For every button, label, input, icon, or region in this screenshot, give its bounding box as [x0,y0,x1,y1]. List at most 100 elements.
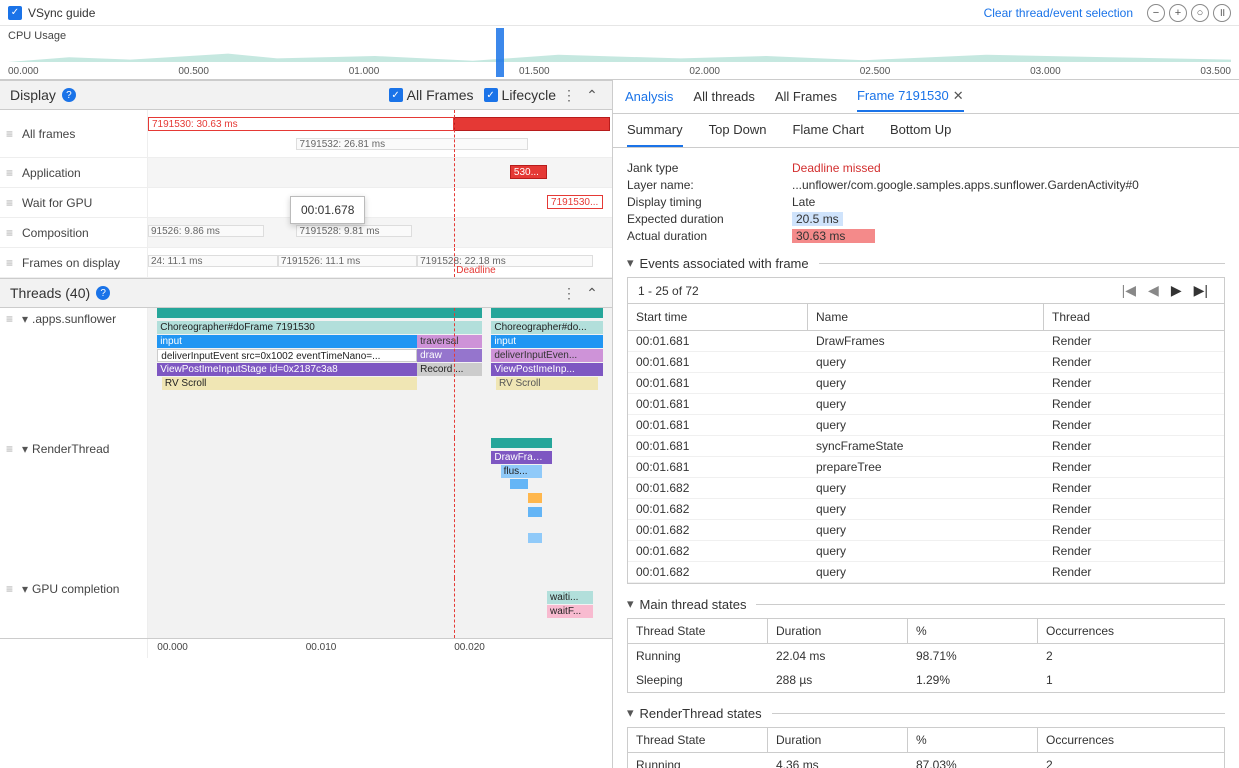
frame-bar-next[interactable]: 7191532: 26.81 ms [296,138,528,150]
mainstates-row[interactable]: Sleeping288 µs1.29%1 [628,668,1224,692]
tab-allthreads[interactable]: All threads [693,83,754,110]
waitgpu-frame-bar[interactable]: 7191530... [547,195,603,209]
composition-bar-b[interactable]: 7191528: 9.81 ms [296,225,412,237]
events-row[interactable]: 00:01.682queryRender [628,520,1224,541]
drag-handle-icon[interactable]: ≡ [6,582,14,596]
trace-seg[interactable]: DrawFram... [491,451,551,464]
tab-allframes[interactable]: All Frames [775,83,837,110]
drag-handle-icon[interactable]: ≡ [6,196,14,210]
zoom-out-icon[interactable]: − [1147,4,1165,22]
drag-handle-icon[interactable]: ≡ [6,312,14,326]
drag-handle-icon[interactable]: ≡ [6,226,14,240]
composition-bar-a[interactable]: 91526: 9.86 ms [148,225,264,237]
display-collapse-icon[interactable]: ⌃ [582,87,602,104]
expand-icon[interactable]: ▾ [22,312,28,326]
lifecycle-checkbox[interactable]: ✓ [484,88,498,102]
renderstates-col-duration[interactable]: Duration [768,728,908,752]
expand-icon[interactable]: ▾ [22,582,28,596]
events-col-thread[interactable]: Thread [1044,304,1224,330]
trace-seg[interactable]: deliverInputEvent src=0x1002 eventTimeNa… [157,349,417,362]
framesdisp-bar-b[interactable]: 7191526: 11.1 ms [278,255,417,267]
events-row[interactable]: 00:01.682queryRender [628,499,1224,520]
events-row[interactable]: 00:01.681queryRender [628,394,1224,415]
events-row[interactable]: 00:01.681queryRender [628,352,1224,373]
pager-next-icon[interactable]: ▶ [1165,282,1188,299]
close-icon[interactable]: ✕ [953,88,964,103]
subtab-flame[interactable]: Flame Chart [792,114,864,147]
trace-seg[interactable]: Record ... [417,363,482,376]
allframes-checkbox[interactable]: ✓ [389,88,403,102]
events-row[interactable]: 00:01.681prepareTreeRender [628,457,1224,478]
expand-icon[interactable]: ▾ [22,442,28,456]
trace-seg[interactable]: ViewPostImeInputStage id=0x2187c3a8 [157,363,417,376]
frame-bar-selected[interactable]: 7191530: 30.63 ms [148,117,454,131]
trace-seg[interactable] [528,507,542,517]
thread-running-seg[interactable] [491,438,551,448]
drag-handle-icon[interactable]: ≡ [6,256,14,270]
subtab-topdown[interactable]: Top Down [709,114,767,147]
pause-icon[interactable]: ॥ [1213,4,1231,22]
trace-seg[interactable]: draw [417,349,482,362]
subtab-summary[interactable]: Summary [627,114,683,147]
events-row[interactable]: 00:01.682queryRender [628,541,1224,562]
pager-prev-icon[interactable]: ◀ [1142,282,1165,299]
tab-analysis[interactable]: Analysis [625,83,673,110]
events-row[interactable]: 00:01.682queryRender [628,478,1224,499]
renderstates-col-state[interactable]: Thread State [628,728,768,752]
threads-collapse-icon[interactable]: ⌃ [582,285,602,302]
events-row[interactable]: 00:01.682queryRender [628,562,1224,583]
pager-first-icon[interactable]: |◀ [1116,282,1142,299]
trace-seg[interactable]: Choreographer#doFrame 7191530 [157,321,482,334]
thread-running-seg[interactable] [157,308,482,318]
mainstates-row[interactable]: Running22.04 ms98.71%2 [628,644,1224,668]
zoom-fit-icon[interactable]: ○ [1191,4,1209,22]
renderstates-col-occur[interactable]: Occurrences [1038,728,1224,752]
clear-selection-link[interactable]: Clear thread/event selection [984,6,1133,20]
help-icon[interactable]: ? [62,88,76,102]
framesdisp-bar-c[interactable]: 7191528: 22.18 ms [417,255,593,267]
trace-seg[interactable]: flus... [501,465,543,478]
trace-seg[interactable]: deliverInputEven... [491,349,602,362]
trace-seg[interactable]: RV Scroll [162,377,417,390]
zoom-in-icon[interactable]: + [1169,4,1187,22]
framesdisp-bar-a[interactable]: 24: 11.1 ms [148,255,278,267]
trace-seg[interactable]: RV Scroll [496,377,598,390]
mainstates-col-occur[interactable]: Occurrences [1038,619,1224,643]
display-more-icon[interactable]: ⋮ [556,87,582,104]
drag-handle-icon[interactable]: ≡ [6,442,14,456]
pager-last-icon[interactable]: ▶| [1188,282,1214,299]
threads-more-icon[interactable]: ⋮ [556,285,582,302]
trace-seg[interactable]: waiti... [547,591,593,604]
trace-seg[interactable]: waitF... [547,605,593,618]
events-col-name[interactable]: Name [808,304,1044,330]
events-row[interactable]: 00:01.681DrawFramesRender [628,331,1224,352]
mainstates-col-duration[interactable]: Duration [768,619,908,643]
mainstates-col-state[interactable]: Thread State [628,619,768,643]
events-row[interactable]: 00:01.681syncFrameStateRender [628,436,1224,457]
collapse-icon[interactable]: ▾ [627,255,634,271]
tab-frame[interactable]: Frame 7191530✕ [857,82,964,112]
help-icon[interactable]: ? [96,286,110,300]
mainstates-col-percent[interactable]: % [908,619,1038,643]
trace-seg[interactable]: input [157,335,417,348]
trace-seg[interactable]: traversal [417,335,482,348]
trace-seg[interactable] [528,533,542,543]
trace-seg[interactable] [528,493,542,503]
events-row[interactable]: 00:01.681queryRender [628,373,1224,394]
renderstates-col-percent[interactable]: % [908,728,1038,752]
frame-bar-jank[interactable] [454,117,610,131]
events-row[interactable]: 00:01.681queryRender [628,415,1224,436]
trace-seg[interactable]: Choreographer#do... [491,321,602,334]
vsync-checkbox[interactable]: ✓ [8,6,22,20]
subtab-bottomup[interactable]: Bottom Up [890,114,951,147]
trace-seg[interactable] [510,479,529,489]
collapse-icon[interactable]: ▾ [627,705,634,721]
application-frame-bar[interactable]: 530... [510,165,547,179]
thread-running-seg[interactable] [491,308,602,318]
drag-handle-icon[interactable]: ≡ [6,166,14,180]
renderstates-row[interactable]: Running4.36 ms87.03%2 [628,753,1224,768]
events-col-starttime[interactable]: Start time [628,304,808,330]
drag-handle-icon[interactable]: ≡ [6,127,14,141]
trace-seg[interactable]: ViewPostImeInp... [491,363,602,376]
cpu-usage-minimap[interactable]: CPU Usage 00.000 00.500 01.000 01.500 02… [0,26,1239,80]
